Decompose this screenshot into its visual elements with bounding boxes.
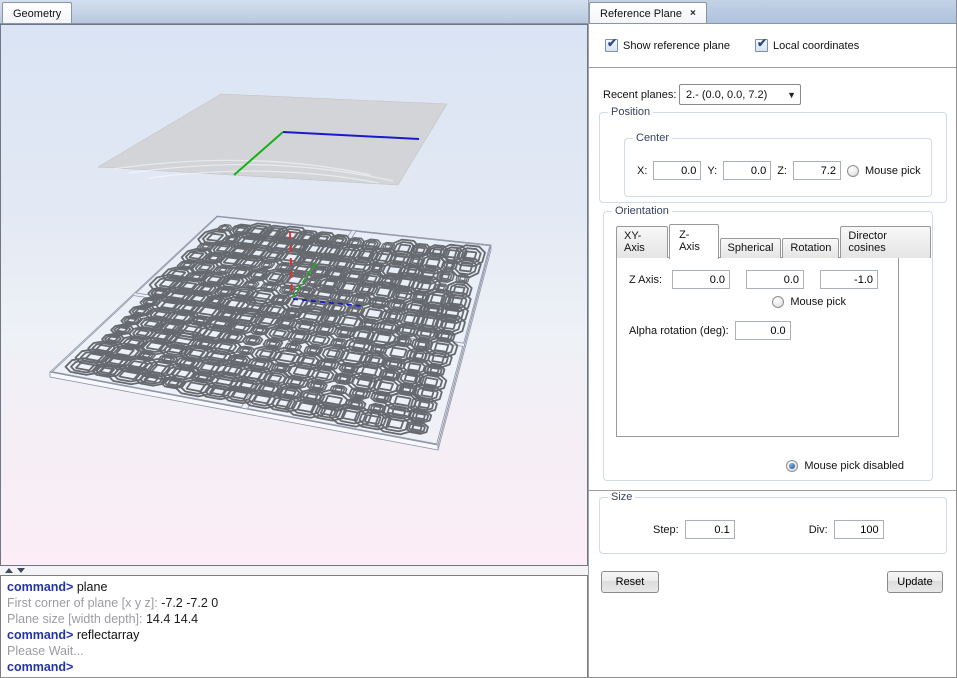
alpha-rotation-field[interactable]	[735, 321, 791, 340]
reference-plane-pane: Reference Plane × ✔ Show reference plane…	[588, 0, 957, 678]
orientation-tab-z-axis[interactable]: Z-Axis	[669, 224, 718, 259]
tab-reference-plane-label: Reference Plane	[600, 8, 682, 20]
orientation-tab-rotation[interactable]: Rotation	[782, 238, 839, 258]
reference-plane-tabbar: Reference Plane ×	[589, 0, 957, 24]
step-label: Step:	[653, 524, 679, 536]
z-axis-x-field[interactable]	[672, 270, 730, 289]
z-axis-y-field[interactable]	[746, 270, 804, 289]
orientation-tab-spherical[interactable]: Spherical	[720, 238, 782, 258]
splitter-up-icon	[5, 568, 13, 573]
separator	[589, 490, 957, 491]
orientation-tabs: XY-AxisZ-AxisSphericalRotationDirector c…	[616, 235, 932, 258]
tab-reference-plane[interactable]: Reference Plane ×	[589, 2, 707, 23]
reset-button[interactable]: Reset	[601, 571, 659, 593]
geometry-tabbar: Geometry	[0, 0, 588, 24]
orientation-tab-xy-axis[interactable]: XY-Axis	[616, 226, 668, 258]
y-label: Y:	[707, 165, 717, 177]
console-line: command> reflectarray	[7, 627, 581, 643]
3d-scene	[1, 25, 587, 565]
mouse-pick-disabled-label: Mouse pick disabled	[804, 460, 904, 472]
alpha-rotation-label: Alpha rotation (deg):	[629, 325, 729, 337]
reference-plane-panel: ✔ Show reference plane ✔ Local coordinat…	[589, 24, 957, 678]
position-group: Position Center X: Y: Z: Mouse pick	[599, 112, 947, 203]
x-label: X:	[637, 165, 647, 177]
console-line: command>	[7, 659, 581, 675]
orientation-mouse-pick-radio[interactable]	[772, 296, 784, 308]
local-coordinates-checkbox[interactable]: ✔ Local coordinates	[755, 39, 859, 52]
console-splitter[interactable]	[0, 566, 588, 575]
step-field[interactable]	[685, 520, 735, 539]
orientation-mouse-pick-label: Mouse pick	[790, 296, 846, 308]
checkbox-icon: ✔	[755, 39, 768, 52]
splitter-down-icon	[17, 568, 25, 573]
update-button[interactable]: Update	[887, 571, 943, 593]
application-window: Geometry command> planeFirst corner of p…	[0, 0, 957, 678]
orientation-legend: Orientation	[612, 205, 672, 217]
div-field[interactable]	[834, 520, 884, 539]
z-axis-z-field[interactable]	[820, 270, 878, 289]
tab-geometry[interactable]: Geometry	[2, 2, 72, 23]
local-coordinates-label: Local coordinates	[773, 40, 859, 52]
console-line: Plane size [width depth]: 14.4 14.4	[7, 611, 581, 627]
z-field[interactable]	[793, 161, 841, 180]
z-axis-label: Z Axis:	[629, 274, 662, 286]
console-line: command> plane	[7, 579, 581, 595]
recent-planes-label: Recent planes:	[603, 89, 676, 101]
y-field[interactable]	[723, 161, 771, 180]
close-icon[interactable]: ×	[690, 9, 696, 19]
console-line: First corner of plane [x y z]: -7.2 -7.2…	[7, 595, 581, 611]
chevron-down-icon: ▼	[787, 90, 796, 100]
z-label: Z:	[777, 165, 787, 177]
console-line: Please Wait...	[7, 643, 581, 659]
tab-geometry-label: Geometry	[13, 8, 61, 20]
command-console[interactable]: command> planeFirst corner of plane [x y…	[0, 575, 588, 678]
recent-planes-value: 2.- (0.0, 0.0, 7.2)	[686, 89, 767, 101]
center-group: Center X: Y: Z: Mouse pick	[624, 138, 932, 197]
separator	[589, 67, 957, 68]
z-axis-tab-panel: Z Axis: Mouse pick Alpha rotation (deg):	[616, 257, 899, 437]
size-group: Size Step: Div:	[599, 497, 947, 554]
x-field[interactable]	[653, 161, 701, 180]
size-legend: Size	[608, 491, 635, 503]
position-legend: Position	[608, 106, 653, 118]
center-mouse-pick-radio[interactable]	[847, 165, 859, 177]
show-reference-plane-checkbox[interactable]: ✔ Show reference plane	[605, 39, 730, 52]
mouse-pick-disabled-option[interactable]: Mouse pick disabled	[786, 460, 904, 472]
checkbox-icon: ✔	[605, 39, 618, 52]
orientation-tab-director-cosines[interactable]: Director cosines	[840, 226, 931, 258]
show-reference-plane-label: Show reference plane	[623, 40, 730, 52]
center-legend: Center	[633, 132, 672, 144]
mouse-pick-disabled-radio[interactable]	[786, 460, 798, 472]
orientation-group: Orientation XY-AxisZ-AxisSphericalRotati…	[603, 211, 933, 481]
geometry-pane: Geometry command> planeFirst corner of p…	[0, 0, 588, 678]
geometry-viewport[interactable]	[0, 24, 588, 566]
div-label: Div:	[809, 524, 828, 536]
recent-planes-dropdown[interactable]: 2.- (0.0, 0.0, 7.2) ▼	[679, 84, 801, 105]
center-mouse-pick-label: Mouse pick	[865, 165, 921, 177]
